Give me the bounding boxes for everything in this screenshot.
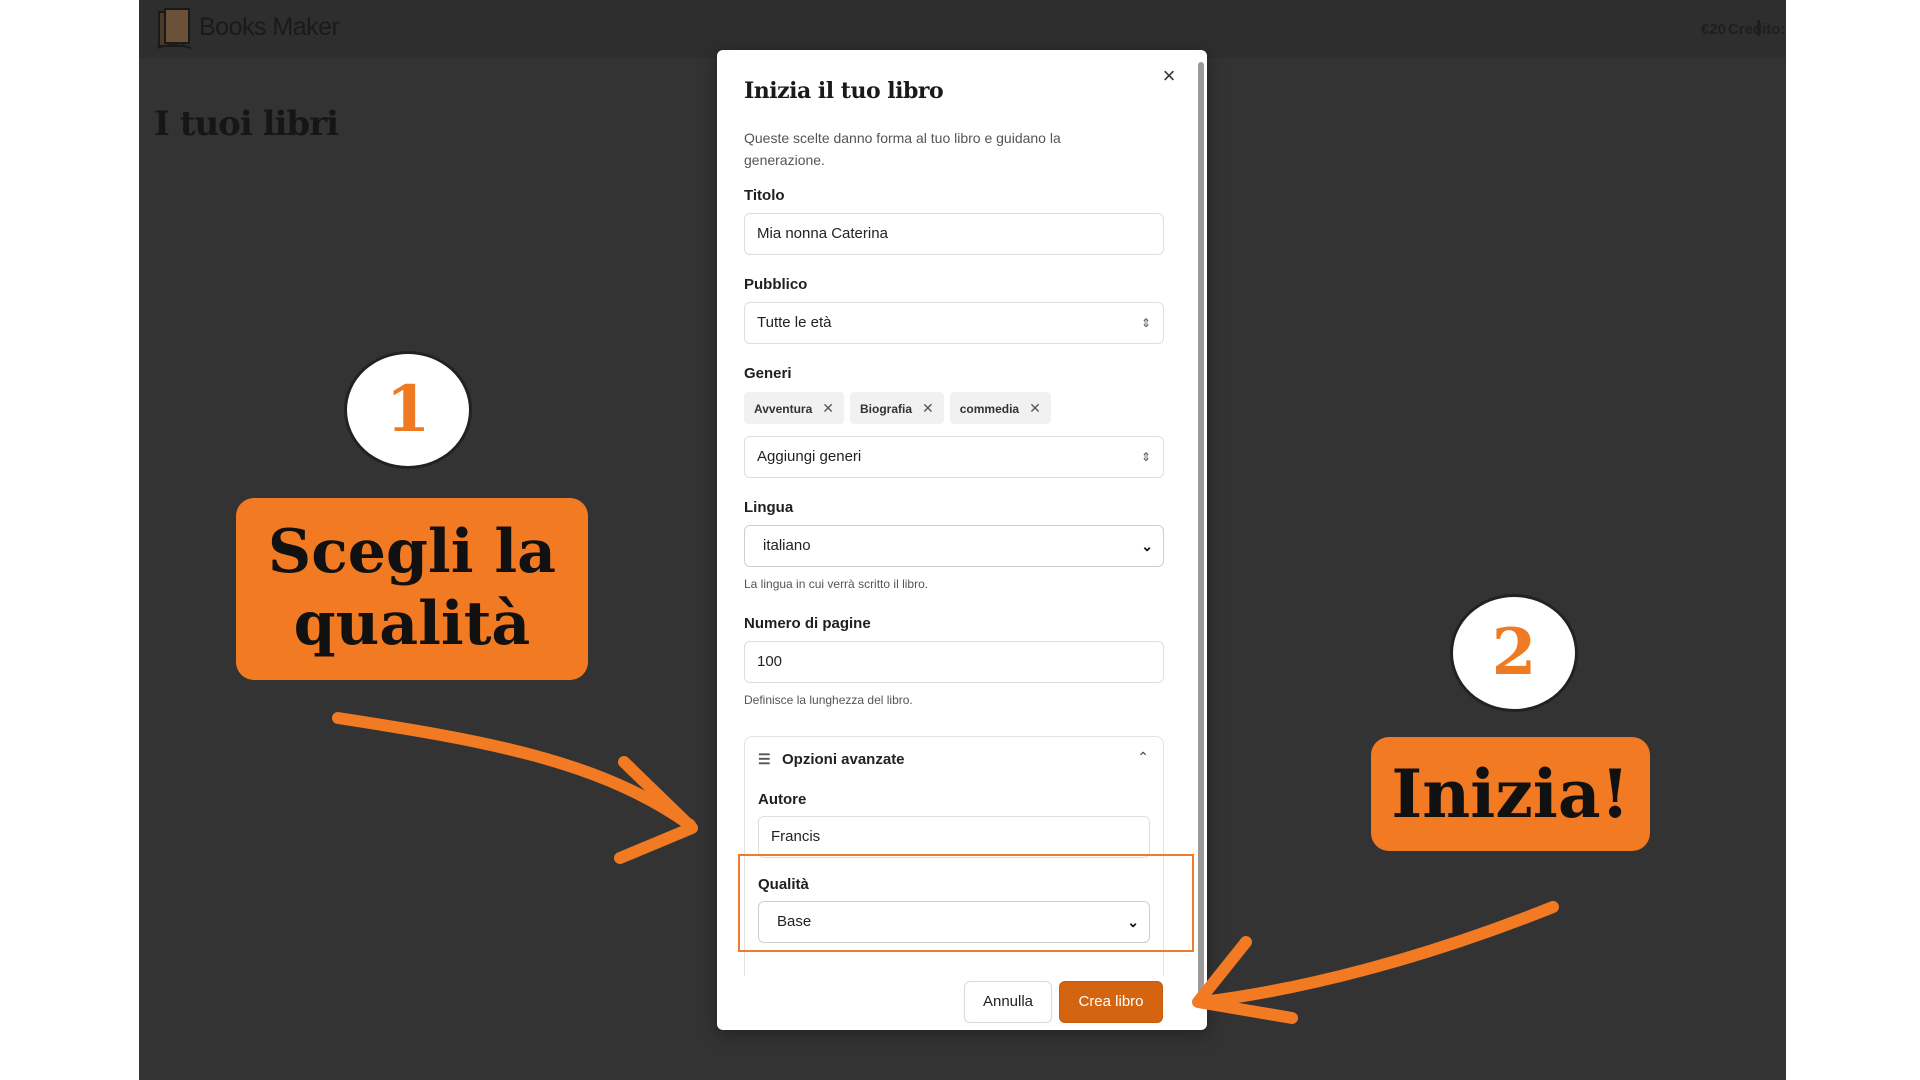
arrow-to-create-head bbox=[1192, 936, 1298, 1024]
step-1-badge: 1 bbox=[344, 351, 472, 469]
step-1-text-line2: qualità bbox=[293, 589, 531, 659]
step-1-callout: Scegli la qualità bbox=[236, 498, 588, 680]
step-1-text-line1: Scegli la bbox=[267, 517, 557, 587]
step-2-callout: Inizia! bbox=[1371, 737, 1650, 851]
step-2-badge: 2 bbox=[1450, 594, 1578, 712]
arrow-to-create bbox=[1196, 901, 1559, 1008]
